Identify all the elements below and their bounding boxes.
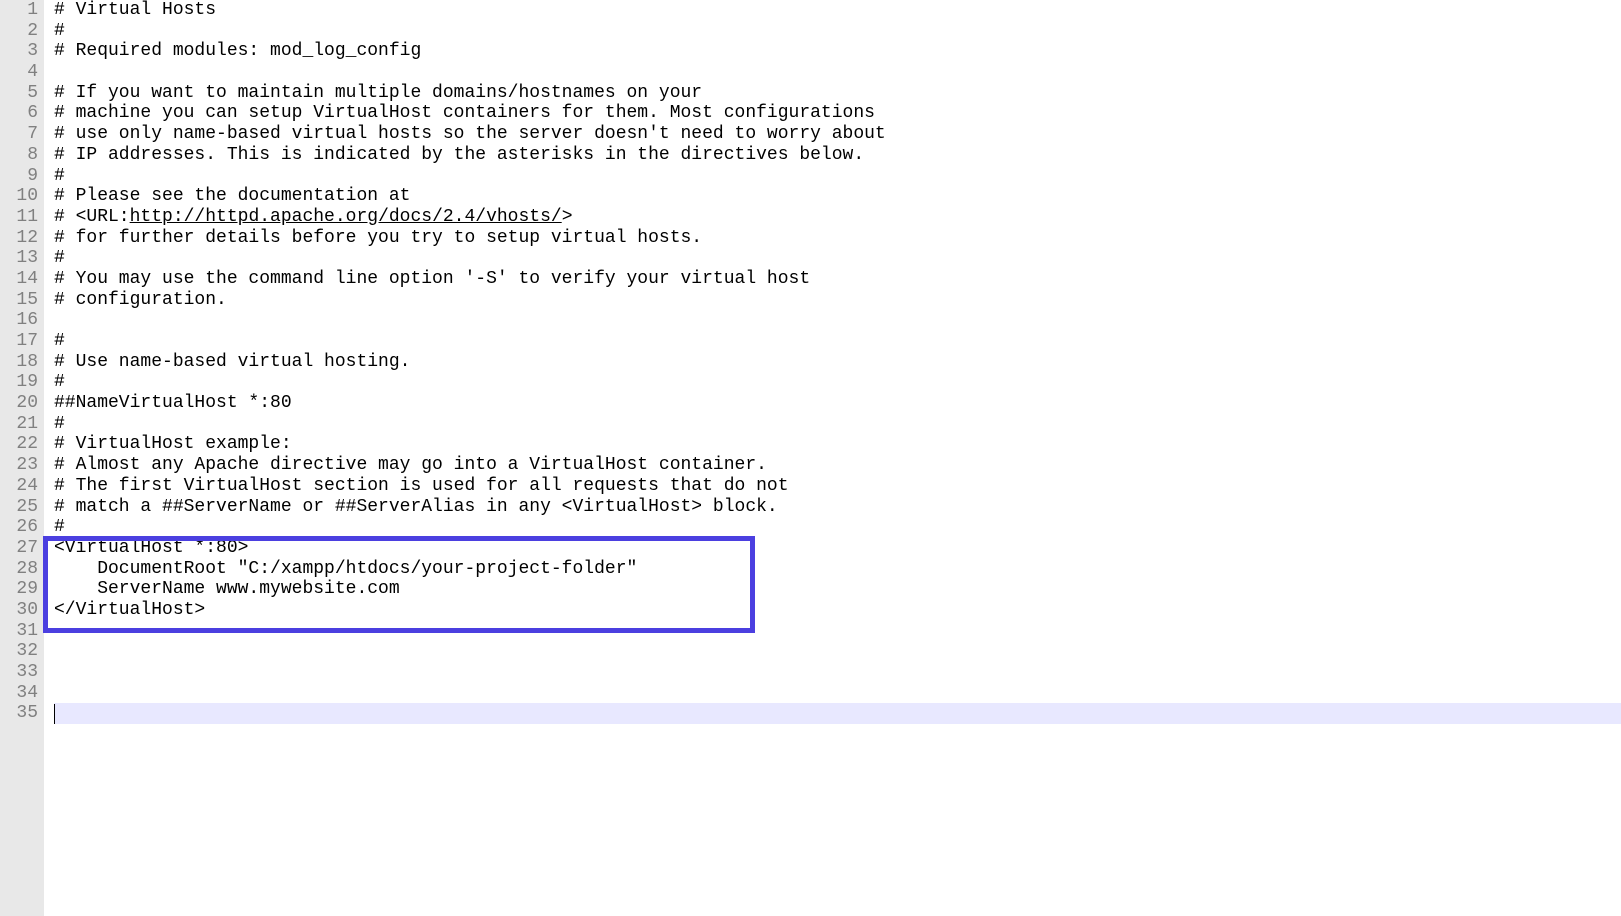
line-number: 30 (0, 600, 38, 621)
code-line[interactable]: # machine you can setup VirtualHost cont… (54, 103, 1621, 124)
line-number: 13 (0, 248, 38, 269)
line-number: 25 (0, 497, 38, 518)
code-line[interactable]: ServerName www.mywebsite.com (54, 579, 1621, 600)
code-line[interactable] (54, 662, 1621, 683)
code-line[interactable]: # (54, 414, 1621, 435)
line-number: 34 (0, 683, 38, 704)
code-line[interactable]: # Required modules: mod_log_config (54, 41, 1621, 62)
code-line[interactable]: # If you want to maintain multiple domai… (54, 83, 1621, 104)
code-line[interactable] (54, 703, 1621, 724)
code-line[interactable]: # Please see the documentation at (54, 186, 1621, 207)
code-line[interactable]: # (54, 166, 1621, 187)
line-number: 31 (0, 621, 38, 642)
code-line[interactable]: </VirtualHost> (54, 600, 1621, 621)
text-caret (54, 704, 55, 725)
line-number: 22 (0, 434, 38, 455)
code-line[interactable]: # The first VirtualHost section is used … (54, 476, 1621, 497)
code-line[interactable] (54, 621, 1621, 642)
line-number: 5 (0, 83, 38, 104)
line-number: 24 (0, 476, 38, 497)
code-line[interactable]: # Use name-based virtual hosting. (54, 352, 1621, 373)
code-line[interactable] (54, 641, 1621, 662)
code-line[interactable]: # configuration. (54, 290, 1621, 311)
line-number: 9 (0, 166, 38, 187)
code-line[interactable]: DocumentRoot "C:/xampp/htdocs/your-proje… (54, 559, 1621, 580)
code-line[interactable]: <VirtualHost *:80> (54, 538, 1621, 559)
line-number: 3 (0, 41, 38, 62)
code-line[interactable] (54, 683, 1621, 704)
line-number: 35 (0, 703, 38, 724)
code-area[interactable]: # Virtual Hosts # # Required modules: mo… (44, 0, 1621, 916)
code-editor[interactable]: 1 2 3 4 5 6 7 8 9 10 11 12 13 14 15 16 1… (0, 0, 1621, 916)
code-line[interactable]: # match a ##ServerName or ##ServerAlias … (54, 497, 1621, 518)
line-number: 12 (0, 228, 38, 249)
line-number: 4 (0, 62, 38, 83)
line-number: 33 (0, 662, 38, 683)
code-line[interactable]: # Virtual Hosts (54, 0, 1621, 21)
line-number: 15 (0, 290, 38, 311)
line-number: 18 (0, 352, 38, 373)
line-number: 21 (0, 414, 38, 435)
code-line[interactable]: # <URL:http://httpd.apache.org/docs/2.4/… (54, 207, 1621, 228)
line-number: 26 (0, 517, 38, 538)
line-number: 2 (0, 21, 38, 42)
line-number: 11 (0, 207, 38, 228)
code-line[interactable]: # You may use the command line option '-… (54, 269, 1621, 290)
code-line[interactable]: # for further details before you try to … (54, 228, 1621, 249)
code-line[interactable]: # (54, 331, 1621, 352)
line-number: 6 (0, 103, 38, 124)
line-number: 29 (0, 579, 38, 600)
line-number: 16 (0, 310, 38, 331)
code-line[interactable]: # VirtualHost example: (54, 434, 1621, 455)
code-line[interactable]: # Almost any Apache directive may go int… (54, 455, 1621, 476)
doc-url-link[interactable]: http://httpd.apache.org/docs/2.4/vhosts/ (130, 207, 562, 227)
code-line[interactable]: # IP addresses. This is indicated by the… (54, 145, 1621, 166)
code-line[interactable]: # (54, 21, 1621, 42)
line-number: 10 (0, 186, 38, 207)
line-number: 17 (0, 331, 38, 352)
line-number: 32 (0, 641, 38, 662)
line-number: 14 (0, 269, 38, 290)
line-number-gutter: 1 2 3 4 5 6 7 8 9 10 11 12 13 14 15 16 1… (0, 0, 44, 916)
line-number: 27 (0, 538, 38, 559)
line-number: 19 (0, 372, 38, 393)
line-number: 7 (0, 124, 38, 145)
line-number: 28 (0, 559, 38, 580)
line-number: 23 (0, 455, 38, 476)
line-number: 1 (0, 0, 38, 21)
code-line[interactable]: # (54, 248, 1621, 269)
line-number: 8 (0, 145, 38, 166)
code-line[interactable]: ##NameVirtualHost *:80 (54, 393, 1621, 414)
code-line[interactable] (54, 62, 1621, 83)
line-number: 20 (0, 393, 38, 414)
code-line[interactable]: # use only name-based virtual hosts so t… (54, 124, 1621, 145)
code-line[interactable]: # (54, 517, 1621, 538)
code-line[interactable] (54, 310, 1621, 331)
code-line[interactable]: # (54, 372, 1621, 393)
